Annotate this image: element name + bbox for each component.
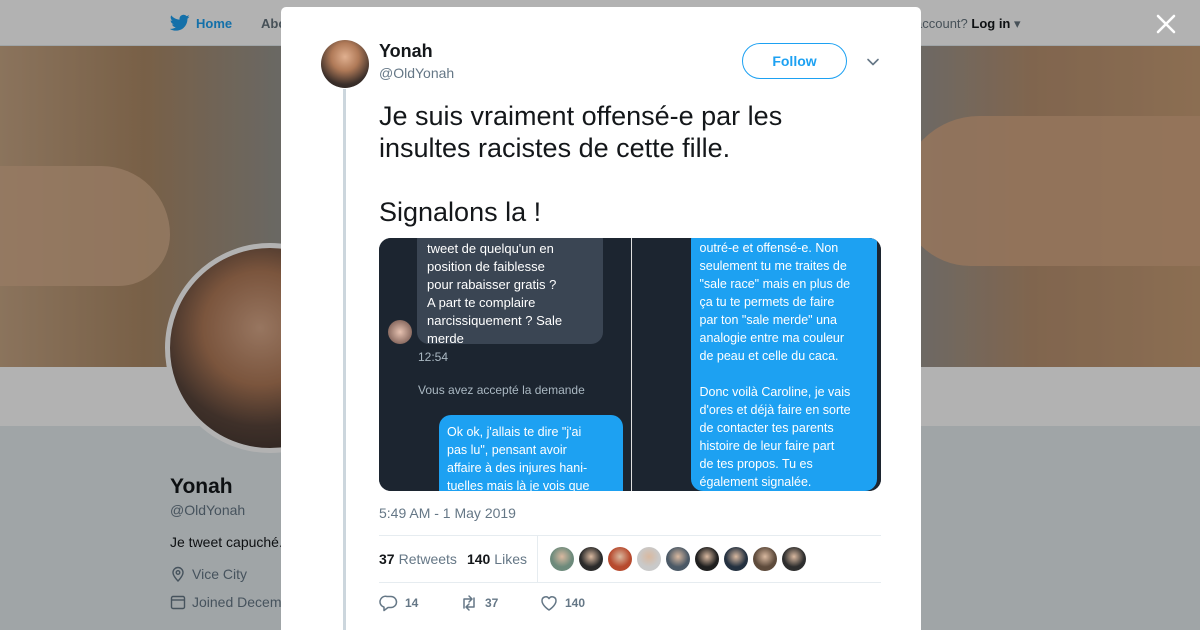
liker-avatar[interactable] [636,547,661,571]
retweet-icon [463,595,475,611]
close-icon[interactable] [1152,10,1180,38]
reply-button[interactable]: 14 [379,593,459,613]
tweet-text: Je suis vraiment offensé-e par les insul… [379,101,783,227]
liker-avatar[interactable] [578,547,603,571]
chat-avatar [388,320,412,344]
author-avatar[interactable] [321,40,369,88]
like-button[interactable]: 140 [539,593,619,613]
thread-line [343,89,346,630]
tweet-modal: Yonah @OldYonah Follow Je suis vraiment … [281,7,921,630]
author-name[interactable]: Yonah [379,41,433,62]
liker-avatar[interactable] [723,547,748,571]
retweets-count: 37 [379,551,395,567]
retweet-button[interactable]: 37 [459,593,539,613]
likes-count: 140 [466,551,491,567]
retweets-label: Retweets [398,551,457,567]
liker-avatar[interactable] [607,547,632,571]
stats-divider [536,535,538,583]
chat-bubble-sent: Ok ok, j'allais te dire "j'ai pas lu", p… [439,415,623,491]
tweet-actions: 14 37 140 [379,593,619,613]
liker-avatar[interactable] [781,547,806,571]
tweet-stats: 37 Retweets 140 Likes [379,535,881,583]
reply-icon [379,595,398,612]
like-count: 140 [565,596,586,610]
chat-bubble-received: tweet de quelqu'un en position de faible… [417,238,603,346]
media-divider [630,238,632,491]
liker-avatar[interactable] [665,547,690,571]
tweet-media[interactable]: tweet de quelqu'un en position de faible… [379,238,881,491]
liker-avatar[interactable] [752,547,777,571]
reply-count: 14 [405,596,419,610]
media-image-left[interactable]: tweet de quelqu'un en position de faible… [379,238,631,491]
chat-accepted-notice: Vous avez accepté la demande [418,383,585,397]
likes-stat[interactable]: 140 Likes [467,551,527,567]
retweet-count: 37 [485,596,499,610]
liker-avatar[interactable] [694,547,719,571]
liker-avatar[interactable] [549,547,574,571]
likers-avatars [549,547,806,571]
heart-icon [541,596,557,611]
chat-bubble-sent-long: outré-e et offensé-e. Non seulement tu m… [690,238,877,491]
author-handle[interactable]: @OldYonah [379,65,454,81]
retweets-stat[interactable]: 37 Retweets [379,551,457,567]
likes-label: Likes [494,551,527,567]
chevron-down-icon[interactable] [866,55,880,69]
chat-time: 12:54 [418,350,449,364]
follow-button[interactable]: Follow [742,43,847,79]
media-image-right[interactable]: outré-e et offensé-e. Non seulement tu m… [632,238,881,491]
tweet-timestamp[interactable]: 5:49 AM - 1 May 2019 [379,505,516,521]
